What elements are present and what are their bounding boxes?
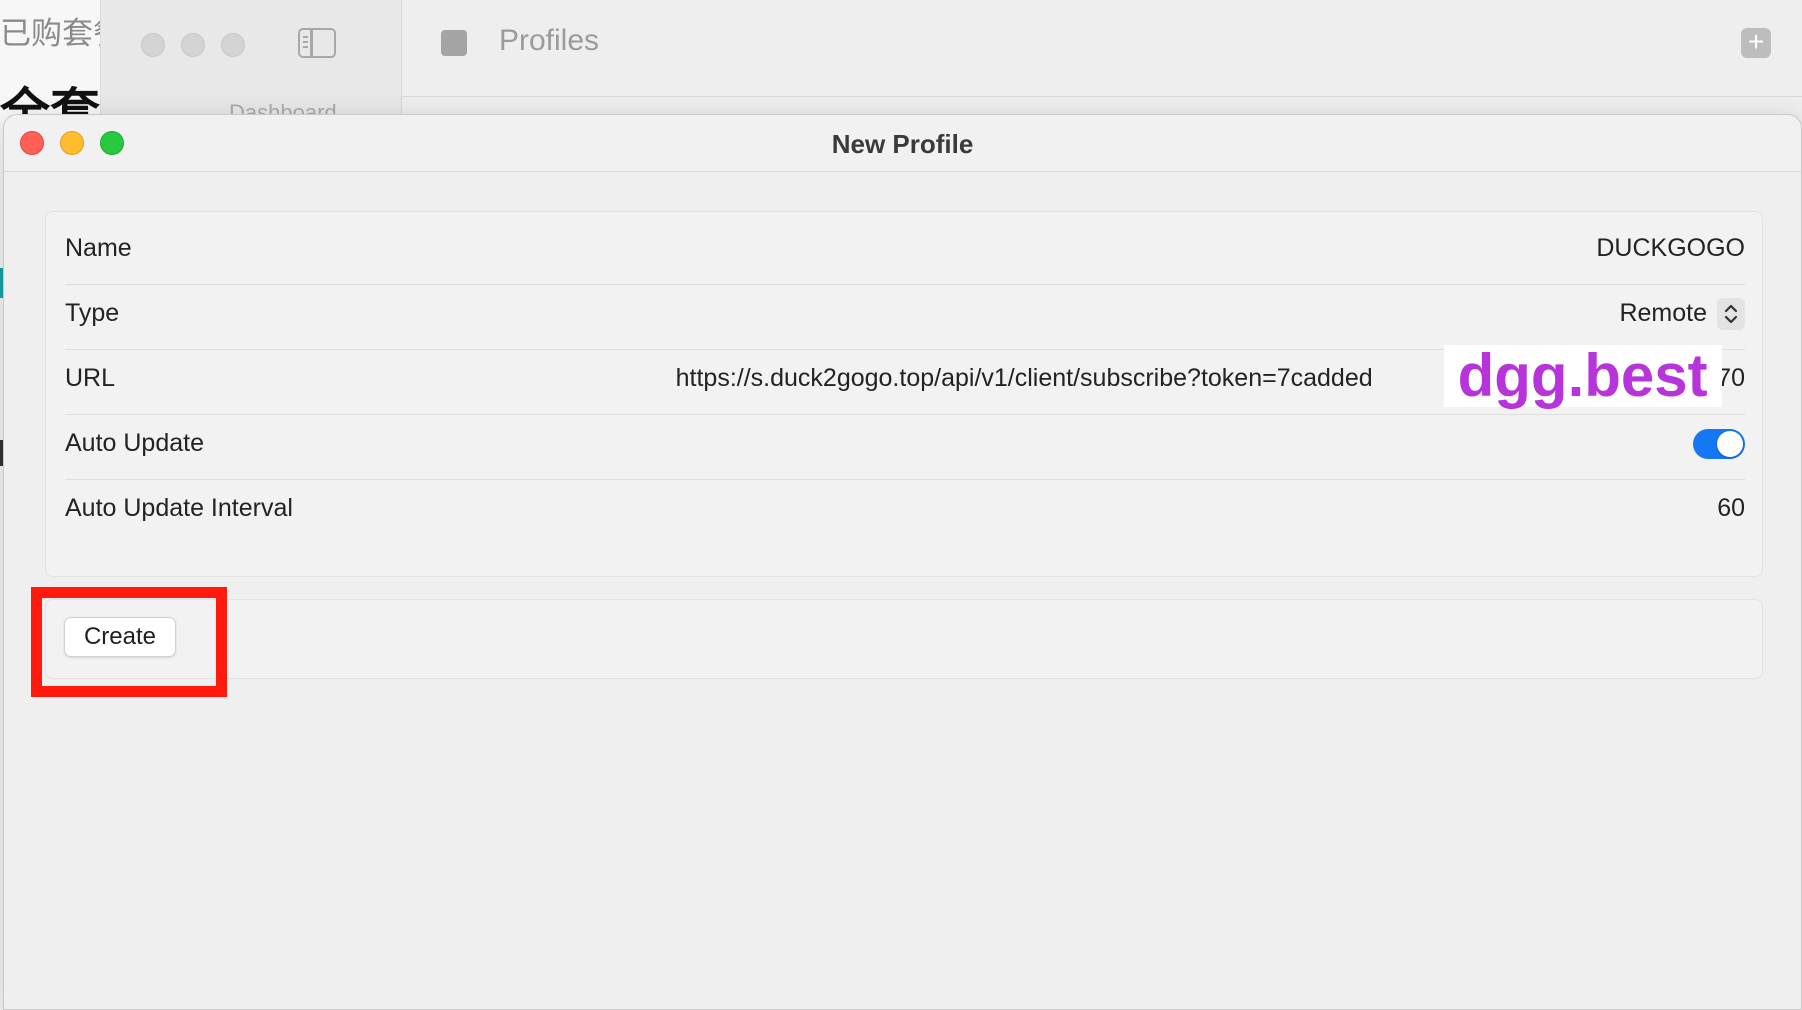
auto-update-interval-field[interactable]: 60 [1717, 494, 1745, 523]
url-field[interactable]: https://s.duck2gogo.top/api/v1/client/su… [675, 345, 1745, 407]
auto-update-label: Auto Update [65, 429, 204, 457]
profile-form: Name DUCKGOGO Type Remote URL https://s.… [45, 211, 1763, 577]
name-row[interactable]: Name DUCKGOGO [65, 212, 1745, 285]
highlight-box [31, 587, 227, 697]
type-select[interactable]: Remote [1619, 297, 1745, 330]
background-window-title: Profiles [499, 24, 600, 57]
url-row: URL https://s.duck2gogo.top/api/v1/clien… [65, 342, 1745, 415]
plus-icon[interactable]: + [1741, 28, 1771, 58]
toolbar-divider [401, 96, 1802, 97]
background-sidebar: Dashboard [101, 0, 402, 125]
url-value: https://s.duck2gogo.top/api/v1/client/su… [675, 364, 1373, 392]
background-text-fragment: 已购套餐 [0, 16, 100, 52]
profile-square-icon [441, 30, 467, 56]
background-app-window: Dashboard Profiles + [100, 0, 1802, 125]
auto-update-row: Auto Update [65, 407, 1745, 480]
toggle-knob [1717, 430, 1743, 457]
inactive-zoom-button[interactable] [221, 33, 245, 57]
type-select-value: Remote [1619, 299, 1707, 327]
window-title: New Profile [831, 129, 974, 159]
new-profile-window: New Profile Name DUCKGOGO Type Remote UR… [3, 114, 1802, 1010]
name-label: Name [65, 234, 132, 262]
auto-update-interval-label: Auto Update Interval [65, 494, 293, 522]
inactive-minimize-button[interactable] [181, 33, 205, 57]
auto-update-toggle[interactable] [1693, 428, 1745, 459]
action-bar [45, 599, 1763, 679]
name-field[interactable]: DUCKGOGO [1596, 234, 1745, 263]
title-bar: New Profile [4, 115, 1801, 172]
type-row: Type Remote [65, 277, 1745, 350]
auto-update-interval-row: Auto Update Interval 60 [65, 472, 1745, 545]
type-label: Type [65, 299, 120, 327]
inactive-close-button[interactable] [141, 33, 165, 57]
sidebar-toggle-icon[interactable] [298, 28, 336, 58]
url-label: URL [65, 364, 116, 392]
watermark-overlay: dgg.best [1443, 345, 1722, 407]
chevron-updown-icon [1717, 297, 1745, 330]
